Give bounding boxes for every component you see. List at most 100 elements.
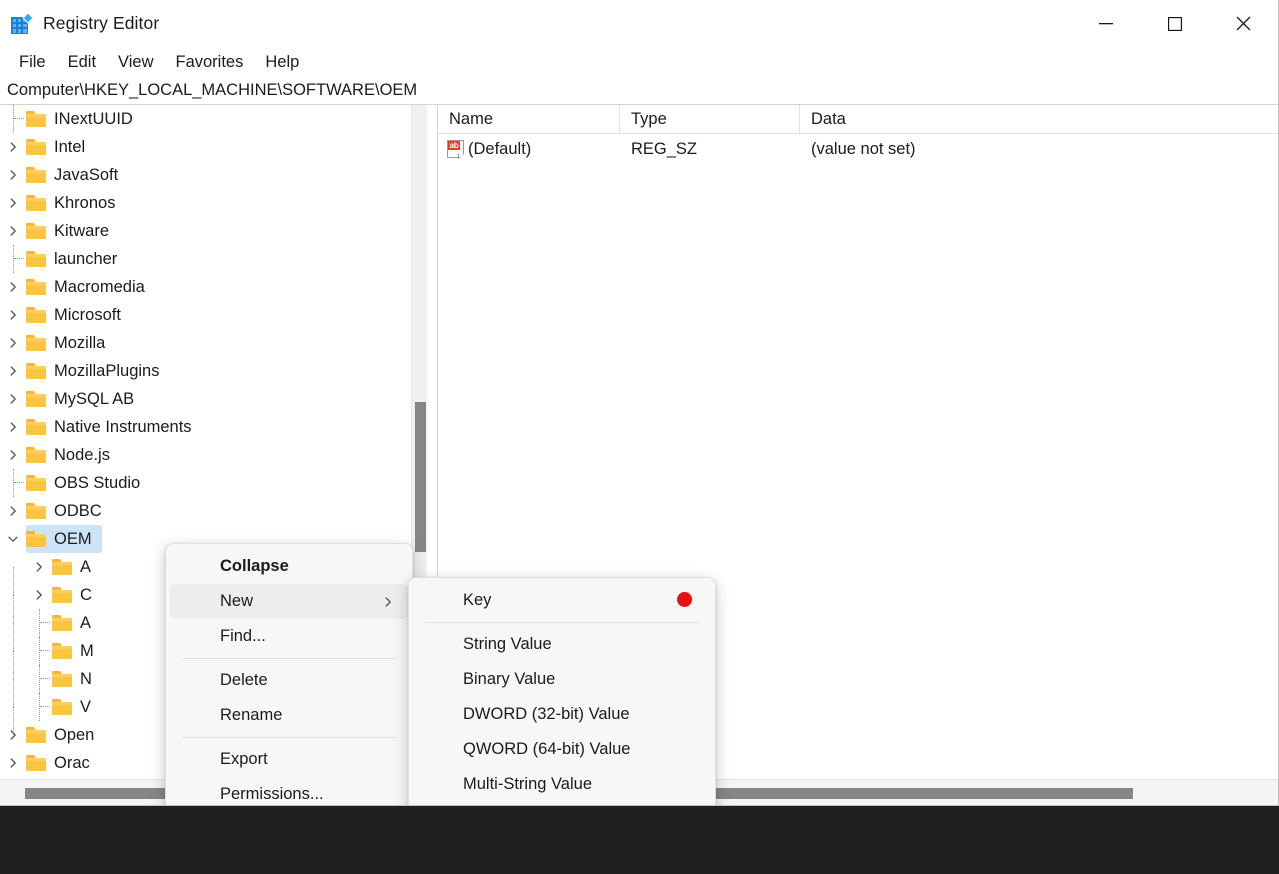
tree-item-content: launcher <box>26 250 123 269</box>
column-header-data[interactable]: Data <box>800 105 1278 134</box>
tree-item-kitware[interactable]: Kitware <box>0 217 411 245</box>
tree-vertical-scrollbar-thumb[interactable] <box>415 402 426 552</box>
menu-item-find[interactable]: Find... <box>170 619 408 654</box>
column-header-name[interactable]: Name <box>438 105 620 134</box>
folder-icon <box>26 279 46 295</box>
menu-item-label: Delete <box>220 671 268 689</box>
chevron-down-icon[interactable] <box>0 525 26 553</box>
folder-icon <box>26 391 46 407</box>
values-list: ab (Default) REG_SZ (value not set) <box>438 134 1278 164</box>
folder-icon <box>26 223 46 239</box>
tree-item-javasoft[interactable]: JavaSoft <box>0 161 411 189</box>
tree-item-label: C <box>80 585 92 604</box>
menu-item-new[interactable]: New <box>170 584 408 619</box>
chevron-right-icon[interactable] <box>26 553 52 581</box>
menu-item-label: Key <box>463 591 492 609</box>
tree-item-content: A <box>52 558 97 577</box>
chevron-right-icon[interactable] <box>0 497 26 525</box>
chevron-right-icon[interactable] <box>0 161 26 189</box>
folder-icon <box>26 727 46 743</box>
tree-item-content: Intel <box>26 138 91 157</box>
folder-icon <box>26 419 46 435</box>
menu-item-delete[interactable]: Delete <box>170 663 408 698</box>
tree-item-content: Open <box>26 726 100 745</box>
menu-item-binary-value[interactable]: Binary Value <box>413 662 711 697</box>
menu-view[interactable]: View <box>107 51 164 74</box>
tree-item-launcher[interactable]: launcher <box>0 245 411 273</box>
tree-item-intel[interactable]: Intel <box>0 133 411 161</box>
tree-item-inextuuid[interactable]: INextUUID <box>0 105 411 133</box>
tree-item-label: M <box>80 641 94 660</box>
address-bar[interactable]: Computer\HKEY_LOCAL_MACHINE\SOFTWARE\OEM <box>0 77 1278 105</box>
close-button[interactable] <box>1209 0 1278 47</box>
tree-item-mysql-ab[interactable]: MySQL AB <box>0 385 411 413</box>
folder-icon <box>26 531 46 547</box>
chevron-right-icon[interactable] <box>0 749 26 777</box>
string-value-icon: ab <box>447 140 465 159</box>
tree-item-label: Kitware <box>54 221 110 240</box>
menu-item-rename[interactable]: Rename <box>170 698 408 733</box>
chevron-right-icon <box>382 584 394 619</box>
tree-item-mozillaplugins[interactable]: MozillaPlugins <box>0 357 411 385</box>
tree-item-content: Native Instruments <box>26 418 198 437</box>
folder-icon <box>26 755 46 771</box>
tree-item-odbc[interactable]: ODBC <box>0 497 411 525</box>
chevron-right-icon[interactable] <box>0 441 26 469</box>
folder-icon <box>52 615 72 631</box>
chevron-right-icon[interactable] <box>0 721 26 749</box>
tree-item-content: N <box>52 670 98 689</box>
menu-separator <box>425 622 699 623</box>
column-header-type[interactable]: Type <box>620 105 800 134</box>
tree-item-macromedia[interactable]: Macromedia <box>0 273 411 301</box>
chevron-right-icon[interactable] <box>0 273 26 301</box>
value-data: (value not set) <box>811 139 916 158</box>
tree-item-khronos[interactable]: Khronos <box>0 189 411 217</box>
menu-help[interactable]: Help <box>254 51 310 74</box>
menu-item-label: New <box>220 592 254 610</box>
registry-editor-window: Registry Editor File Edit View Favorites… <box>0 0 1279 806</box>
minimize-button[interactable] <box>1071 0 1140 47</box>
menu-item-collapse[interactable]: Collapse <box>170 549 408 584</box>
value-type: REG_SZ <box>631 139 698 158</box>
menu-favorites[interactable]: Favorites <box>165 51 255 74</box>
menu-item-permissions[interactable]: Permissions... <box>170 777 408 805</box>
menu-item-multi-string-value[interactable]: Multi-String Value <box>413 767 711 802</box>
chevron-right-icon[interactable] <box>0 217 26 245</box>
chevron-right-icon[interactable] <box>0 133 26 161</box>
tree-item-native-instruments[interactable]: Native Instruments <box>0 413 411 441</box>
tree-connector <box>0 469 26 497</box>
tree-item-content: Microsoft <box>26 306 127 325</box>
folder-icon <box>26 363 46 379</box>
tree-item-label: Mozilla <box>54 333 106 352</box>
chevron-right-icon[interactable] <box>0 413 26 441</box>
chevron-right-icon[interactable] <box>0 357 26 385</box>
chevron-right-icon[interactable] <box>0 301 26 329</box>
chevron-right-icon[interactable] <box>26 581 52 609</box>
menu-item-export[interactable]: Export <box>170 742 408 777</box>
tree-item-node-js[interactable]: Node.js <box>0 441 411 469</box>
menu-separator <box>182 737 396 738</box>
tree-connector <box>0 105 26 133</box>
menu-item-label: Export <box>220 750 268 768</box>
menu-item-label: Permissions... <box>220 785 324 803</box>
menu-file[interactable]: File <box>8 51 57 74</box>
tree-item-obs-studio[interactable]: OBS Studio <box>0 469 411 497</box>
menu-item-qword-64-bit-value[interactable]: QWORD (64-bit) Value <box>413 732 711 767</box>
tree-item-content: OBS Studio <box>26 474 146 493</box>
chevron-right-icon[interactable] <box>0 189 26 217</box>
menu-item-string-value[interactable]: String Value <box>413 627 711 662</box>
menu-item-expandable-string-value[interactable]: Expandable String Value <box>413 802 711 805</box>
menu-item-dword-32-bit-value[interactable]: DWORD (32-bit) Value <box>413 697 711 732</box>
maximize-button[interactable] <box>1140 0 1209 47</box>
tree-item-content: Khronos <box>26 194 121 213</box>
red-dot-marker <box>677 592 692 607</box>
tree-item-label: INextUUID <box>54 109 133 128</box>
menu-item-key[interactable]: Key <box>413 583 711 618</box>
chevron-right-icon[interactable] <box>0 329 26 357</box>
tree-item-mozilla[interactable]: Mozilla <box>0 329 411 357</box>
tree-item-content: ODBC <box>26 502 108 521</box>
value-row[interactable]: ab (Default) REG_SZ (value not set) <box>438 134 1278 164</box>
tree-item-microsoft[interactable]: Microsoft <box>0 301 411 329</box>
chevron-right-icon[interactable] <box>0 385 26 413</box>
menu-edit[interactable]: Edit <box>57 51 107 74</box>
